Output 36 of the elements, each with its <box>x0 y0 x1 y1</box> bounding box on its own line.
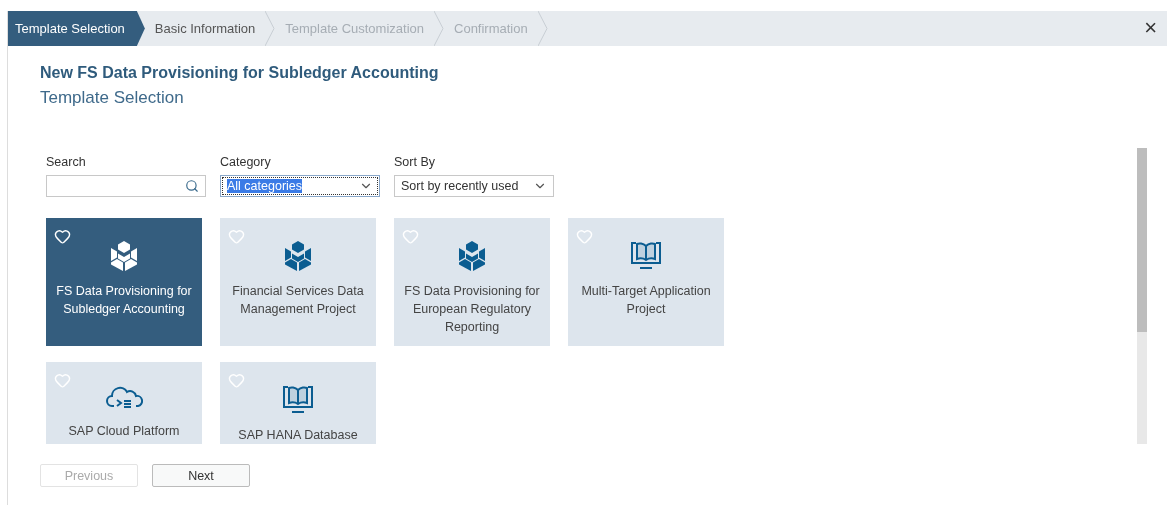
field-label: Category <box>220 155 272 169</box>
book-monitor-icon <box>281 384 315 416</box>
field-label: Search <box>46 155 87 169</box>
scrollbar-thumb[interactable] <box>1137 148 1147 332</box>
search-icon <box>185 179 199 193</box>
cube-icon <box>457 240 487 272</box>
tile-title: Multi-Target Application Project <box>580 283 712 318</box>
tile-title: FS Data Provisioning for Subledger Accounting <box>55 283 193 318</box>
cube-icon <box>109 240 139 272</box>
select-field[interactable]: All categories <box>220 175 380 197</box>
dialog-title: New FS Data Provisioning for Subledger Accounting <box>40 64 440 82</box>
select-field[interactable]: Sort by recently used <box>394 175 554 197</box>
template-tile[interactable]: Financial Services Data Management Project <box>220 218 376 346</box>
chevron-icon <box>434 11 444 46</box>
book-monitor-icon <box>629 240 663 272</box>
close-button[interactable]: × <box>1144 15 1157 41</box>
tile-title: SAP Cloud Platform <box>68 423 180 440</box>
wizard-step[interactable]: Template Selection <box>8 11 145 46</box>
cube-icon <box>283 240 313 272</box>
chevron-icon <box>265 11 276 46</box>
nav-button[interactable]: Next <box>152 464 250 487</box>
tile-title: SAP HANA Database <box>238 427 358 444</box>
scrollbar-track[interactable] <box>1137 148 1147 444</box>
chevron-icon <box>537 11 548 46</box>
template-tile[interactable]: SAP HANA Database <box>220 362 376 444</box>
heart-icon[interactable] <box>54 228 71 245</box>
wizard-step[interactable]: Basic Information <box>144 11 266 46</box>
tile-title: FS Data Provisioning for European Regulatory Reporting <box>403 283 541 336</box>
template-tile[interactable]: Multi-Target Application Project <box>568 218 724 346</box>
template-tile[interactable]: FS Data Provisioning for Subledger Accounting <box>46 218 202 346</box>
template-tile[interactable]: SAP Cloud Platform <box>46 362 202 444</box>
dialog-subtitle: Template Selection <box>40 88 185 108</box>
search-field[interactable] <box>46 175 206 197</box>
tile-title: Financial Services Data Management Project <box>231 283 365 318</box>
field-label: Sort By <box>394 155 436 169</box>
template-tile[interactable]: FS Data Provisioning for European Regulatory Reporting <box>394 218 550 346</box>
